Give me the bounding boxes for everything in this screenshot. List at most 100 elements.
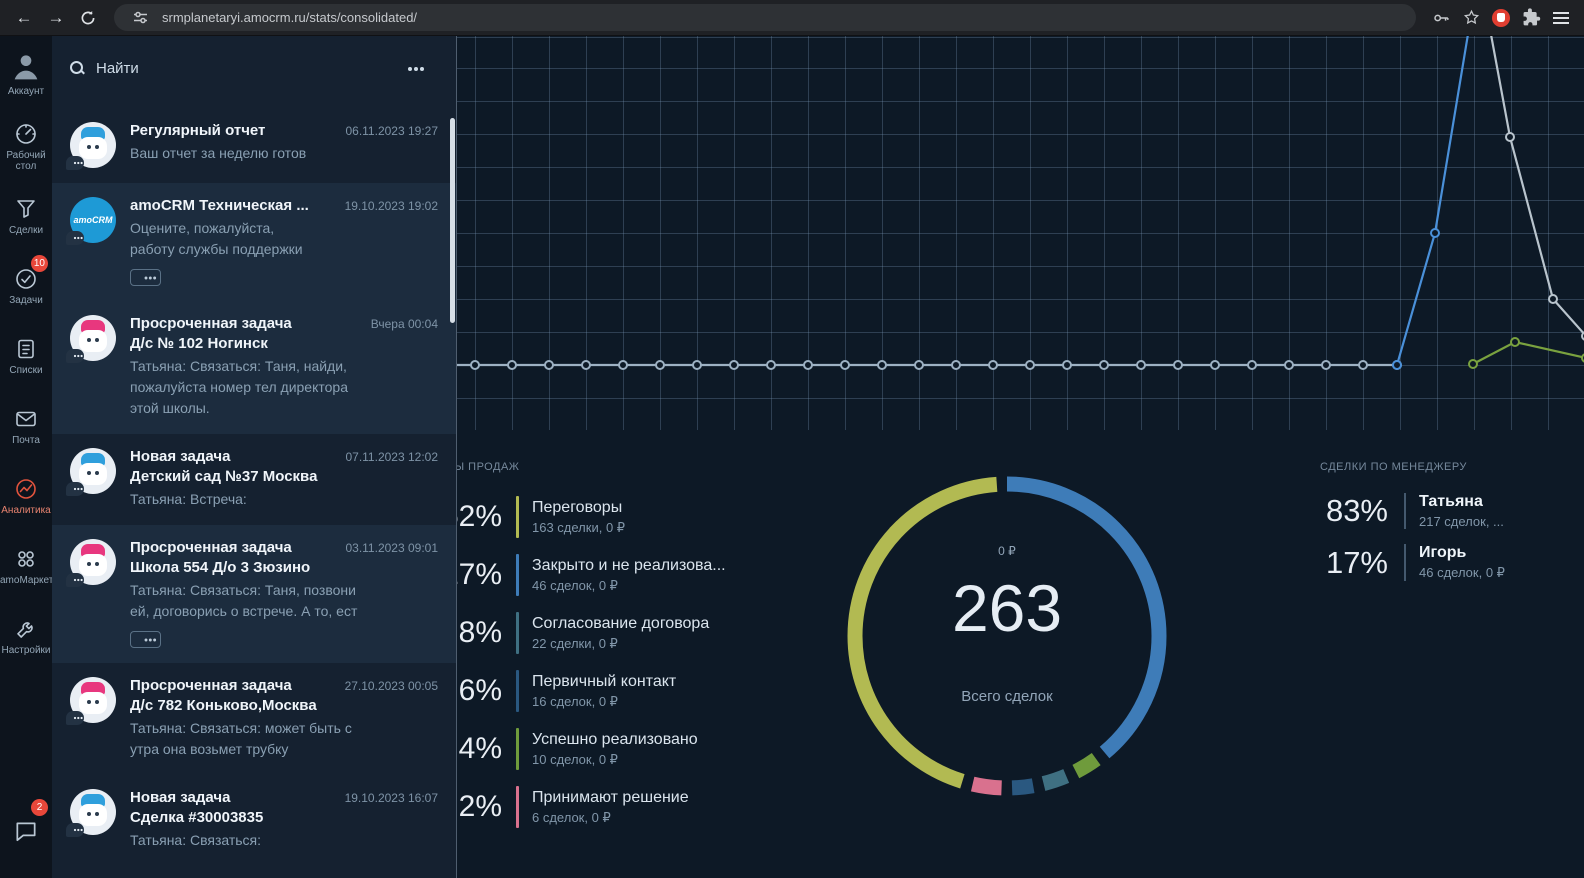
notification-item[interactable]: Просроченная задача Вчера 00:04 Д/с № 10… [52,301,456,434]
sidebar-item-market[interactable]: amoМаркет [0,532,52,602]
manager-row[interactable]: 83% Татьяна 217 сделок, ... [1320,493,1584,529]
sidebar-chat-button[interactable]: 2 [0,796,52,866]
extensions-puzzle-icon[interactable] [1518,5,1544,31]
data-point [692,360,702,370]
notification-body: Новая задача 07.11.2023 12:02 Детский са… [130,448,438,510]
search-input[interactable] [96,60,397,77]
notification-text: Ваш отчет за неделю готов [130,145,307,161]
sidebar-item-mail[interactable]: Почта [0,392,52,462]
market-grid-icon [14,547,38,571]
panel-menu-button[interactable] [408,66,438,71]
notification-item[interactable]: Просроченная задача 27.10.2023 00:05 Д/с… [52,663,456,775]
sidebar-item-label: Настройки [1,645,51,657]
notification-title: amoCRM Техническая ... [130,197,309,214]
notification-item[interactable]: Новая задача 07.11.2023 12:02 Детский са… [52,434,456,525]
forward-button[interactable]: → [42,4,70,32]
data-point [1505,132,1515,142]
notification-body: Просроченная задача 03.11.2023 09:01 Шко… [130,539,438,648]
robot-eyes [87,471,91,475]
stage-label: Закрыто и не реализова... [532,556,726,574]
stage-label: Переговоры [532,498,623,516]
data-point [1510,337,1520,347]
stage-info: Закрыто и не реализова... 46 сделок, 0 ₽ [532,557,726,594]
address-bar[interactable]: srmplanetaryi.amocrm.ru/stats/consolidat… [114,4,1416,31]
adblock-extension-icon[interactable] [1488,5,1514,31]
data-point [618,360,628,370]
notification-text: Оцените, пожалуйста, работу службы подде… [130,220,303,257]
sidebar-item-label: Задачи [9,295,43,307]
data-point [951,360,961,370]
chat-bubble-badge-icon [66,231,84,245]
robot-face [79,330,107,352]
stage-detail: 10 сделок, 0 ₽ [532,751,618,767]
expand-more-button[interactable] [130,269,161,286]
sidebar-item-desktop[interactable]: Рабочий стол [0,112,52,182]
notification-list: Регулярный отчет 06.11.2023 19:27 Ваш от… [52,108,456,878]
notification-time: Вчера 00:04 [370,317,438,331]
stage-label: Успешно реализовано [532,730,698,748]
notification-body: Новая задача 19.10.2023 16:07 Сделка #30… [130,789,438,851]
notification-text: Татьяна: Связаться: может быть с утра он… [130,720,352,757]
data-point [581,360,591,370]
robot-face [79,554,107,576]
stage-info: Согласование договора 22 сделки, 0 ₽ [532,615,709,652]
stage-detail: 6 сделок, 0 ₽ [532,809,611,825]
data-point [729,360,739,370]
manager-info: Татьяна 217 сделок, ... [1404,493,1504,529]
sidebar-item-label: amoМаркет [0,575,52,587]
reload-button[interactable] [74,4,102,32]
notification-item[interactable]: Новая задача 19.10.2023 16:07 Сделка #30… [52,775,456,866]
browser-toolbar: ← → srmplanetaryi.amocrm.ru/stats/consol… [0,0,1584,36]
robot-eyes [87,145,91,149]
data-point [1173,360,1183,370]
sidebar-item-account[interactable]: Аккаунт [0,36,52,112]
browser-menu-icon[interactable] [1548,5,1574,31]
data-point [1430,228,1440,238]
bookmark-star-icon[interactable] [1458,5,1484,31]
sidebar-item-analytics[interactable]: Аналитика [0,462,52,532]
notification-item[interactable]: amoCRM amoCRM Техническая ... 19.10.2023… [52,183,456,301]
notification-subtitle: Детский сад №37 Москва [130,468,318,485]
manager-detail: 46 сделок, 0 ₽ [1419,565,1505,580]
data-point [1392,360,1402,370]
notification-time: 07.11.2023 12:02 [345,450,438,464]
notification-subtitle: Сделка #30003835 [130,809,264,826]
notification-subtitle: Д/с 782 Коньково,Москва [130,697,317,714]
notification-time: 03.11.2023 09:01 [345,541,438,555]
site-info-icon[interactable] [127,5,153,31]
manager-row[interactable]: 17% Игорь 46 сделок, 0 ₽ [1320,544,1584,581]
password-key-icon[interactable] [1428,5,1454,31]
notification-avatar [66,539,116,587]
chat-bubble-badge-icon [66,823,84,837]
back-button[interactable]: ← [10,4,38,32]
robot-face [79,804,107,826]
chat-bubble-badge-icon [66,482,84,496]
notification-item[interactable]: Регулярный отчет 06.11.2023 19:27 Ваш от… [52,108,456,183]
data-point [1062,360,1072,370]
expand-more-button[interactable] [130,631,161,648]
notification-item[interactable]: Просроченная задача 03.11.2023 09:01 Шко… [52,525,456,663]
chat-badge: 2 [31,799,48,816]
panel-scrollbar-thumb[interactable] [450,118,455,323]
account-icon [10,50,42,82]
managers-section: СДЕЛКИ ПО МЕНЕДЖЕРУ 83% Татьяна 217 сдел… [1320,461,1584,596]
data-point [1247,360,1257,370]
notification-avatar [66,122,116,170]
amocrm-logo: amoCRM [73,215,113,225]
mail-envelope-icon [14,407,38,431]
sidebar-item-settings[interactable]: Настройки [0,602,52,672]
sidebar-item-deals[interactable]: Сделки [0,182,52,252]
sidebar-item-tasks[interactable]: Задачи 10 [0,252,52,322]
manager-percent: 83% [1325,493,1388,528]
url-text[interactable]: srmplanetaryi.amocrm.ru/stats/consolidat… [162,10,417,25]
sidebar-item-lists[interactable]: Списки [0,322,52,392]
deals-donut-chart[interactable]: 0 ₽ 263 Всего сделок [837,466,1177,806]
data-point [840,360,850,370]
donut-caption: Всего сделок [961,688,1053,705]
manager-name: Игорь [1419,544,1467,561]
search-icon [70,61,85,76]
chart-series-uptick [1472,340,1584,365]
notification-body: amoCRM Техническая ... 19.10.2023 19:02 … [130,197,438,286]
sidebar-item-label: Аккаунт [7,86,45,98]
data-point [470,360,480,370]
